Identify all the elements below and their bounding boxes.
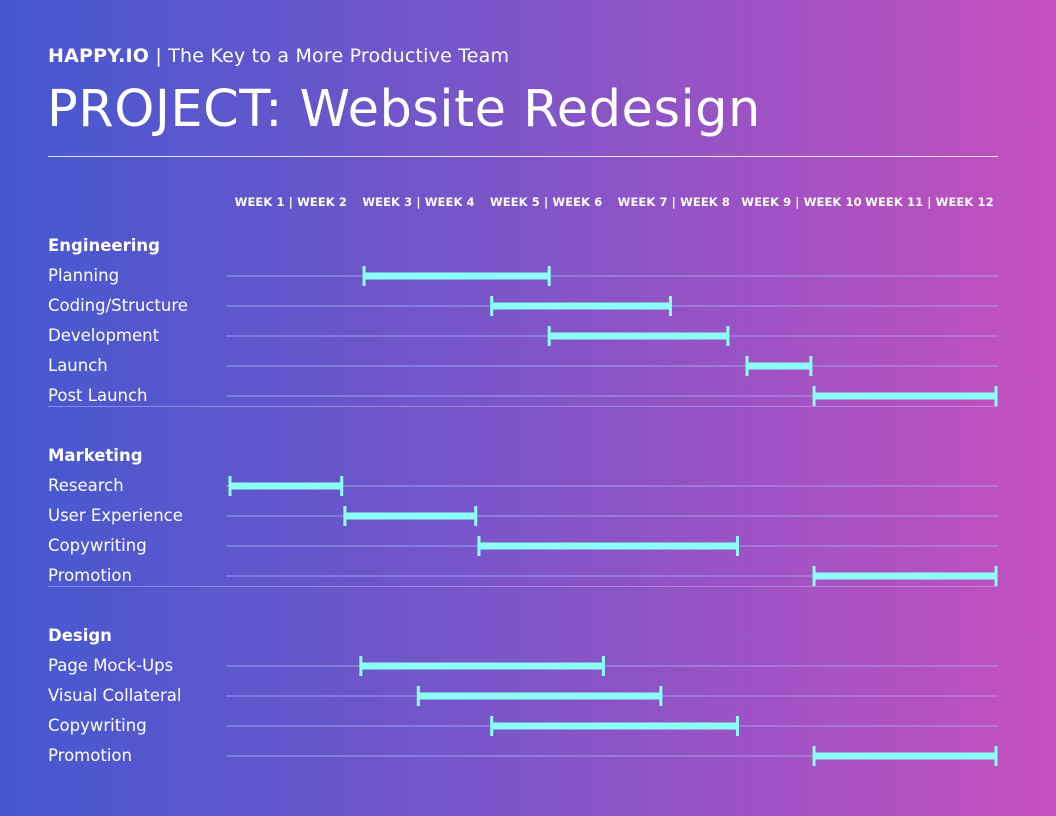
task-start-cap	[477, 536, 481, 556]
task-bar	[418, 692, 661, 700]
gantt-chart	[226, 266, 998, 766]
task-end-cap	[735, 716, 739, 736]
task-end-cap	[809, 356, 813, 376]
task-start-cap	[416, 686, 420, 706]
task-start-cap	[547, 326, 551, 346]
group-divider	[48, 406, 998, 407]
task-end-cap	[547, 266, 551, 286]
task-start-cap	[812, 566, 816, 586]
task-bar	[478, 542, 738, 550]
task-start-cap	[812, 746, 816, 766]
group-divider	[48, 586, 998, 587]
task-bar	[491, 302, 671, 310]
task-start-cap	[490, 716, 494, 736]
task-bar	[491, 722, 738, 730]
task-bar	[230, 482, 342, 490]
task-end-cap	[994, 386, 998, 406]
task-start-cap	[812, 386, 816, 406]
task-bar	[747, 362, 811, 370]
task-start-cap	[343, 506, 347, 526]
task-start-cap	[490, 296, 494, 316]
task-end-cap	[601, 656, 605, 676]
task-start-cap	[228, 476, 232, 496]
task-end-cap	[340, 476, 344, 496]
task-end-cap	[474, 506, 478, 526]
task-end-cap	[735, 536, 739, 556]
task-start-cap	[745, 356, 749, 376]
task-bar	[814, 752, 996, 760]
task-end-cap	[726, 326, 730, 346]
task-end-cap	[668, 296, 672, 316]
task-end-cap	[994, 566, 998, 586]
task-bar	[814, 392, 996, 400]
task-bar	[364, 272, 550, 280]
task-start-cap	[362, 266, 366, 286]
task-bar	[360, 662, 604, 670]
task-bar	[814, 572, 996, 580]
task-start-cap	[359, 656, 363, 676]
task-bar	[549, 332, 728, 340]
task-bar	[344, 512, 476, 520]
task-end-cap	[659, 686, 663, 706]
task-end-cap	[994, 746, 998, 766]
